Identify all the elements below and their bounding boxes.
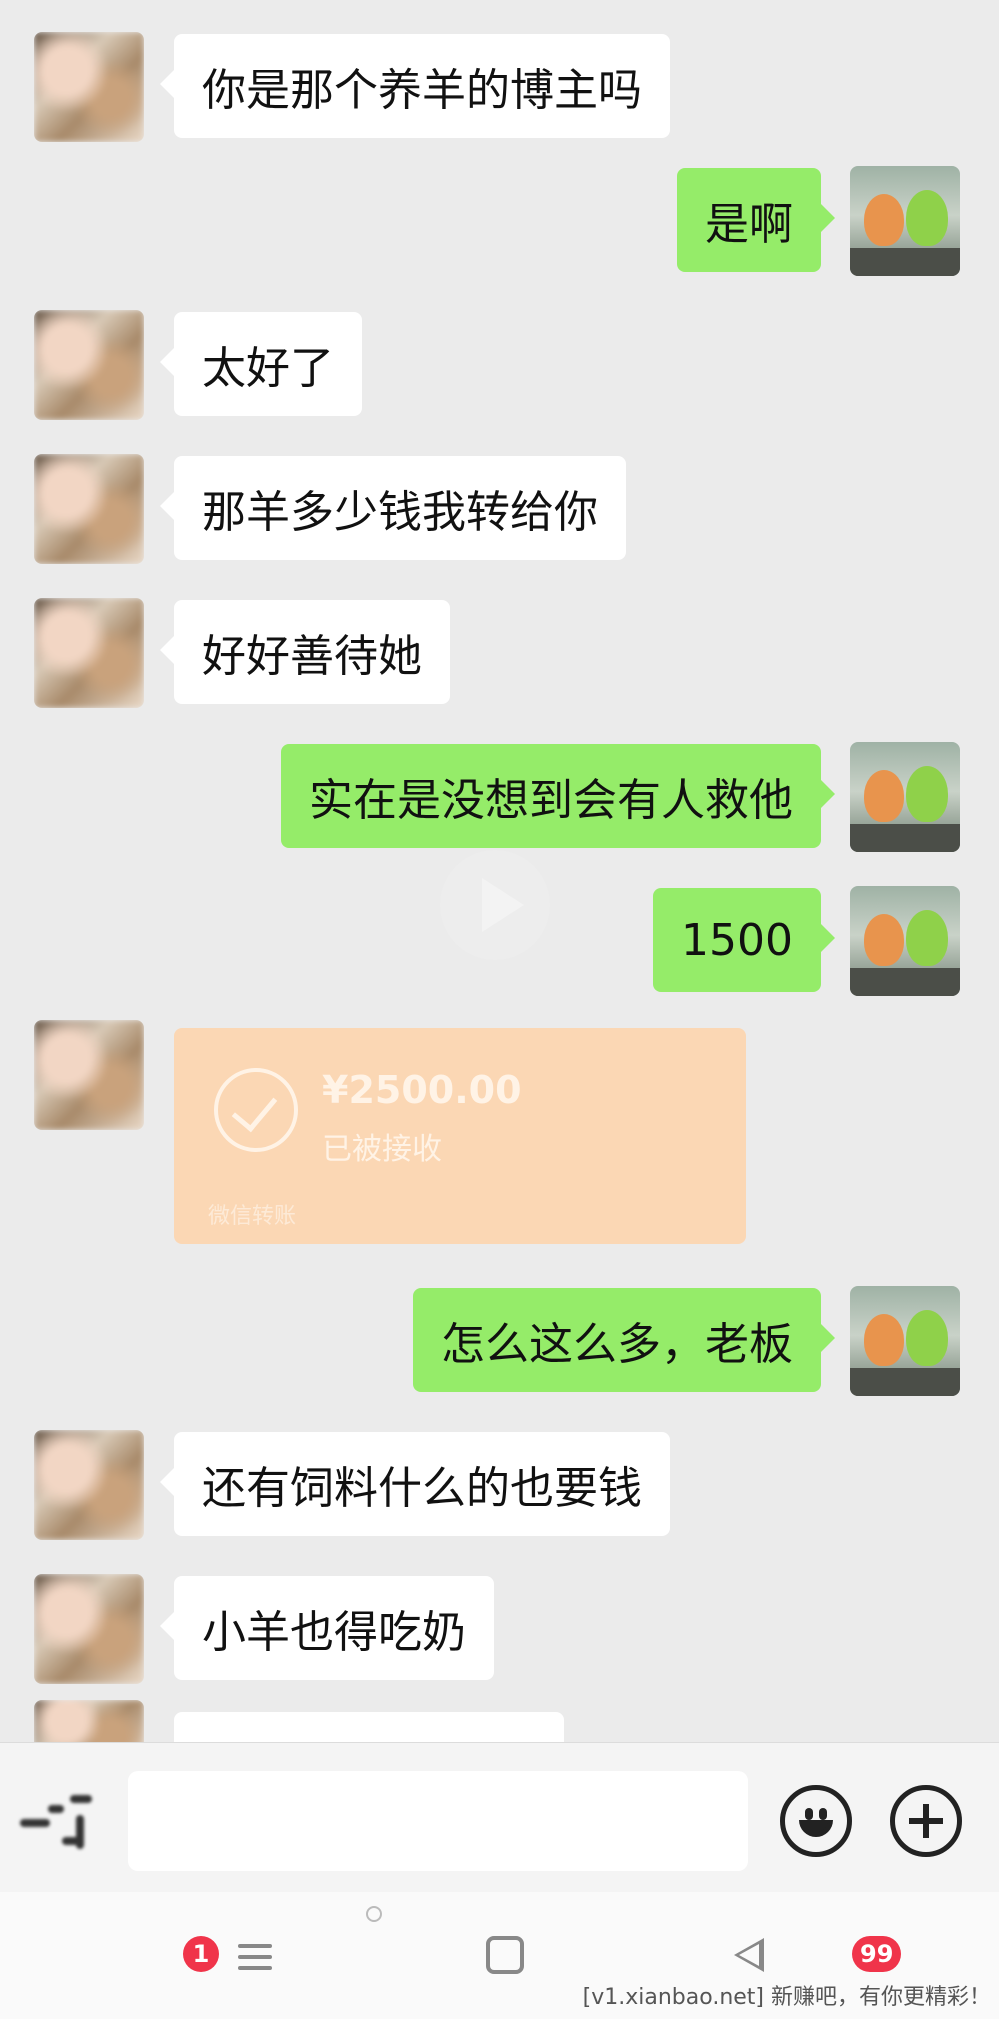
transfer-amount: ¥2500.00: [322, 1068, 522, 1112]
message-row: 那羊多少钱我转给你: [0, 454, 999, 564]
contact-avatar[interactable]: [34, 1700, 144, 1742]
emoji-icon[interactable]: [780, 1785, 852, 1857]
received-message[interactable]: 好好善待她: [160, 600, 450, 704]
contact-avatar[interactable]: [34, 1020, 144, 1130]
received-message[interactable]: 那羊多少钱我转给你: [160, 456, 626, 560]
contact-avatar[interactable]: [34, 32, 144, 142]
chat-area[interactable]: 你是那个养羊的博主吗 是啊 太好了 那羊多少钱我转给你 好好善待她 实在是没想到…: [0, 0, 999, 1742]
voice-icon[interactable]: [18, 1785, 108, 1865]
message-input[interactable]: [128, 1771, 748, 1871]
received-message[interactable]: 还有饲料什么的也要钱: [160, 1432, 670, 1536]
message-row: 是啊: [0, 166, 999, 276]
message-row: 你是那个养羊的博主吗: [0, 32, 999, 142]
check-icon: [214, 1068, 298, 1152]
sent-message[interactable]: 1500: [653, 888, 835, 992]
my-avatar[interactable]: [850, 166, 960, 276]
transfer-footer: 微信转账: [208, 1204, 297, 1229]
home-icon[interactable]: [486, 1936, 524, 1974]
contact-avatar[interactable]: [34, 1574, 144, 1684]
received-message[interactable]: 小羊也得吃奶: [160, 1576, 494, 1680]
received-message[interactable]: 你是那个养羊的博主吗: [160, 34, 670, 138]
menu-icon[interactable]: [238, 1940, 272, 1974]
my-avatar[interactable]: [850, 1286, 960, 1396]
back-icon[interactable]: [734, 1938, 764, 1972]
sent-message[interactable]: 实在是没想到会有人救他: [281, 744, 835, 848]
my-avatar[interactable]: [850, 742, 960, 852]
contact-avatar[interactable]: [34, 310, 144, 420]
sent-message[interactable]: 怎么这么多，老板: [413, 1288, 835, 1392]
notification-badge: 99: [852, 1936, 902, 1972]
message-row: 实在是没想到会有人救他: [0, 742, 999, 852]
contact-avatar[interactable]: [34, 454, 144, 564]
contact-avatar[interactable]: [34, 598, 144, 708]
message-row: 好好善待她: [0, 598, 999, 708]
my-avatar[interactable]: [850, 886, 960, 996]
message-row: 太好了: [0, 310, 999, 420]
received-message-partial[interactable]: [174, 1712, 564, 1742]
system-nav-bar: 1 99 [v1.xianbao.net] 新赚吧，有你更精彩！: [0, 1892, 999, 2019]
notification-badge: 1: [183, 1936, 219, 1972]
contact-avatar[interactable]: [34, 1430, 144, 1540]
message-row: ¥2500.00 已被接收 微信转账: [0, 1020, 999, 1260]
message-row: 1500: [0, 886, 999, 996]
transfer-card[interactable]: ¥2500.00 已被接收 微信转账: [174, 1028, 746, 1244]
input-bar: [0, 1742, 999, 1893]
transfer-status: 已被接收: [322, 1132, 442, 1167]
message-row: 小羊也得吃奶: [0, 1574, 999, 1684]
sent-message[interactable]: 是啊: [677, 168, 835, 272]
page-indicator: [366, 1906, 382, 1922]
watermark: [v1.xianbao.net] 新赚吧，有你更精彩！: [582, 1985, 991, 2010]
plus-icon[interactable]: [890, 1785, 962, 1857]
received-message[interactable]: 太好了: [160, 312, 362, 416]
message-row: 还有饲料什么的也要钱: [0, 1430, 999, 1540]
message-row: 怎么这么多，老板: [0, 1286, 999, 1396]
